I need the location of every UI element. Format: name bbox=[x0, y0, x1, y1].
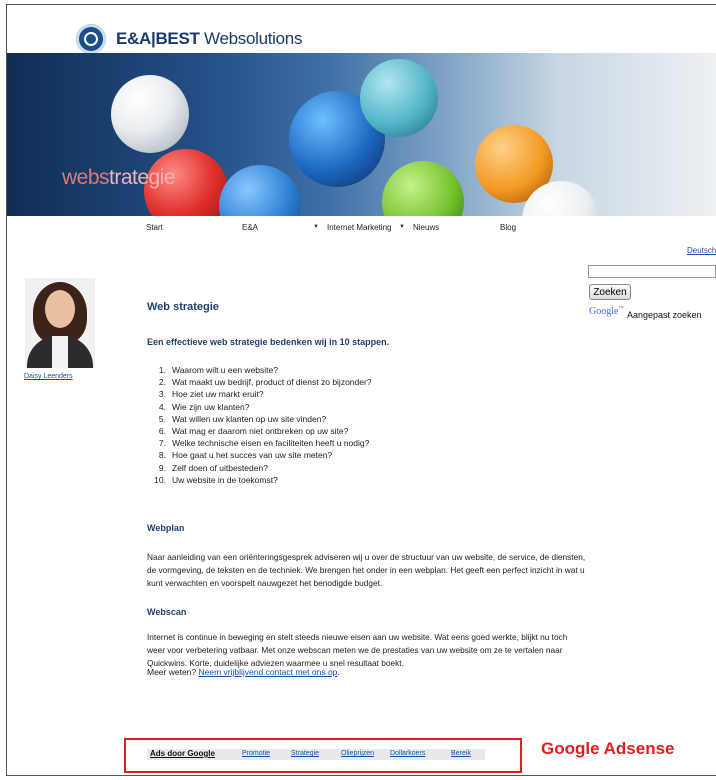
webscan-paragraph: Internet is continue in beweging en stel… bbox=[147, 632, 568, 668]
banner-title-part-b: trategie bbox=[109, 166, 176, 189]
webplan-paragraph: Naar aanleiding van een oriënteringsgesp… bbox=[147, 552, 586, 588]
hero-banner bbox=[7, 53, 716, 216]
trademark-icon: ™ bbox=[618, 306, 624, 312]
chevron-down-icon[interactable]: ▼ bbox=[313, 224, 319, 230]
contact-prefix: Meer weten? bbox=[147, 667, 199, 677]
step-text: Hoe gaat u het succes van uw site meten? bbox=[172, 450, 333, 461]
nav-item-nieuws[interactable]: Nieuws bbox=[413, 223, 439, 232]
lead-heading: Een effectieve web strategie bedenken wi… bbox=[147, 337, 390, 347]
avatar-shirt bbox=[52, 336, 68, 368]
steps-list: 1. Waarom wilt u een website? 2. Wat maakt… bbox=[150, 364, 372, 486]
step-text: Waarom wilt u een website? bbox=[172, 365, 278, 375]
google-logo: Google™ bbox=[589, 306, 623, 317]
brand-name[interactable]: E&A|BEST Websolutions bbox=[116, 29, 302, 49]
language-link[interactable]: Deutsch bbox=[687, 246, 716, 255]
avatar bbox=[25, 278, 95, 368]
google-logo-text: Google bbox=[589, 306, 619, 317]
list-item: 5. Wat willen uw klanten op uw site vinde… bbox=[158, 413, 327, 424]
contact-link[interactable]: Neem vrijblijvend contact met ons op bbox=[199, 667, 338, 677]
banner-ball-lightblue bbox=[219, 165, 301, 216]
brand-name-light: Websolutions bbox=[199, 29, 303, 48]
list-item: 8. Hoe gaat u het succes van uw site mete… bbox=[158, 450, 333, 461]
list-item: 1. Waarom wilt u een website? bbox=[158, 365, 278, 375]
banner-ball-cyan bbox=[360, 59, 438, 137]
adsense-annotation: Google Adsense bbox=[541, 739, 675, 758]
list-item: 4. Wie zijn uw klanten? bbox=[158, 401, 250, 412]
list-item: 6. Wat mag er daarom niet ontbreken op uw… bbox=[158, 425, 349, 436]
brand-name-bold: E&A|BEST bbox=[116, 29, 200, 48]
page-title: Web strategie bbox=[147, 301, 219, 313]
step-text: Wat mag er daarom niet ontbreken op uw s… bbox=[172, 425, 349, 436]
banner-title-part-a: webs bbox=[62, 166, 110, 189]
step-text: Wat maakt uw bedrijf, product of dienst … bbox=[172, 377, 372, 388]
ad-link-strategie[interactable]: Strategie bbox=[291, 750, 319, 757]
contact-line: Meer weten? Neem vrijblijvend contact me… bbox=[147, 667, 340, 677]
company-logo-icon[interactable] bbox=[76, 24, 106, 54]
banner-title: webstrategie bbox=[62, 166, 176, 190]
list-item: 10. Uw website in de toekomst? bbox=[154, 474, 278, 485]
avatar-face bbox=[45, 290, 75, 328]
step-text: Zelf doen of uitbesteden? bbox=[172, 462, 268, 473]
webplan-heading: Webplan bbox=[147, 523, 185, 533]
list-item: 2. Wat maakt uw bedrijf, product of diens… bbox=[158, 377, 372, 388]
list-item: 9. Zelf doen of uitbesteden? bbox=[158, 462, 268, 473]
step-text: Wie zijn uw klanten? bbox=[172, 401, 250, 412]
step-text: Uw website in de toekomst? bbox=[172, 474, 278, 485]
nav-item-ea[interactable]: E&A bbox=[242, 223, 258, 232]
search-input[interactable] bbox=[588, 265, 716, 278]
ads-by-google-link[interactable]: Ads door Google bbox=[150, 749, 215, 758]
search-button[interactable]: Zoeken bbox=[589, 284, 631, 300]
banner-ball-white bbox=[111, 75, 189, 153]
step-text: Wat willen uw klanten op uw site vinden? bbox=[172, 413, 327, 424]
banner-ball-green bbox=[382, 161, 464, 216]
custom-search-label: Aangepast zoeken bbox=[627, 310, 702, 320]
list-item: 3. Hoe ziet uw markt eruit? bbox=[158, 389, 264, 400]
ad-link-bereik[interactable]: Bereik bbox=[451, 750, 471, 757]
webscan-heading: Webscan bbox=[147, 607, 187, 617]
list-item: 7. Welke technische eisen en faciliteiten… bbox=[158, 438, 370, 449]
person-name-link[interactable]: Daisy Leenders bbox=[24, 373, 73, 380]
step-text: Hoe ziet uw markt eruit? bbox=[172, 389, 264, 400]
nav-item-start[interactable]: Start bbox=[146, 223, 163, 232]
nav-item-internet-marketing[interactable]: Internet Marketing bbox=[327, 223, 391, 232]
ad-link-dollarkoers[interactable]: Dollarkoers bbox=[390, 750, 425, 757]
ad-link-promotie[interactable]: Promotie bbox=[242, 750, 270, 757]
step-text: Welke technische eisen en faciliteiten h… bbox=[172, 438, 370, 449]
nav-item-blog[interactable]: Blog bbox=[500, 223, 516, 232]
chevron-down-icon[interactable]: ▼ bbox=[399, 224, 405, 230]
ad-link-olieprijzen[interactable]: Olieprijzen bbox=[341, 750, 374, 757]
